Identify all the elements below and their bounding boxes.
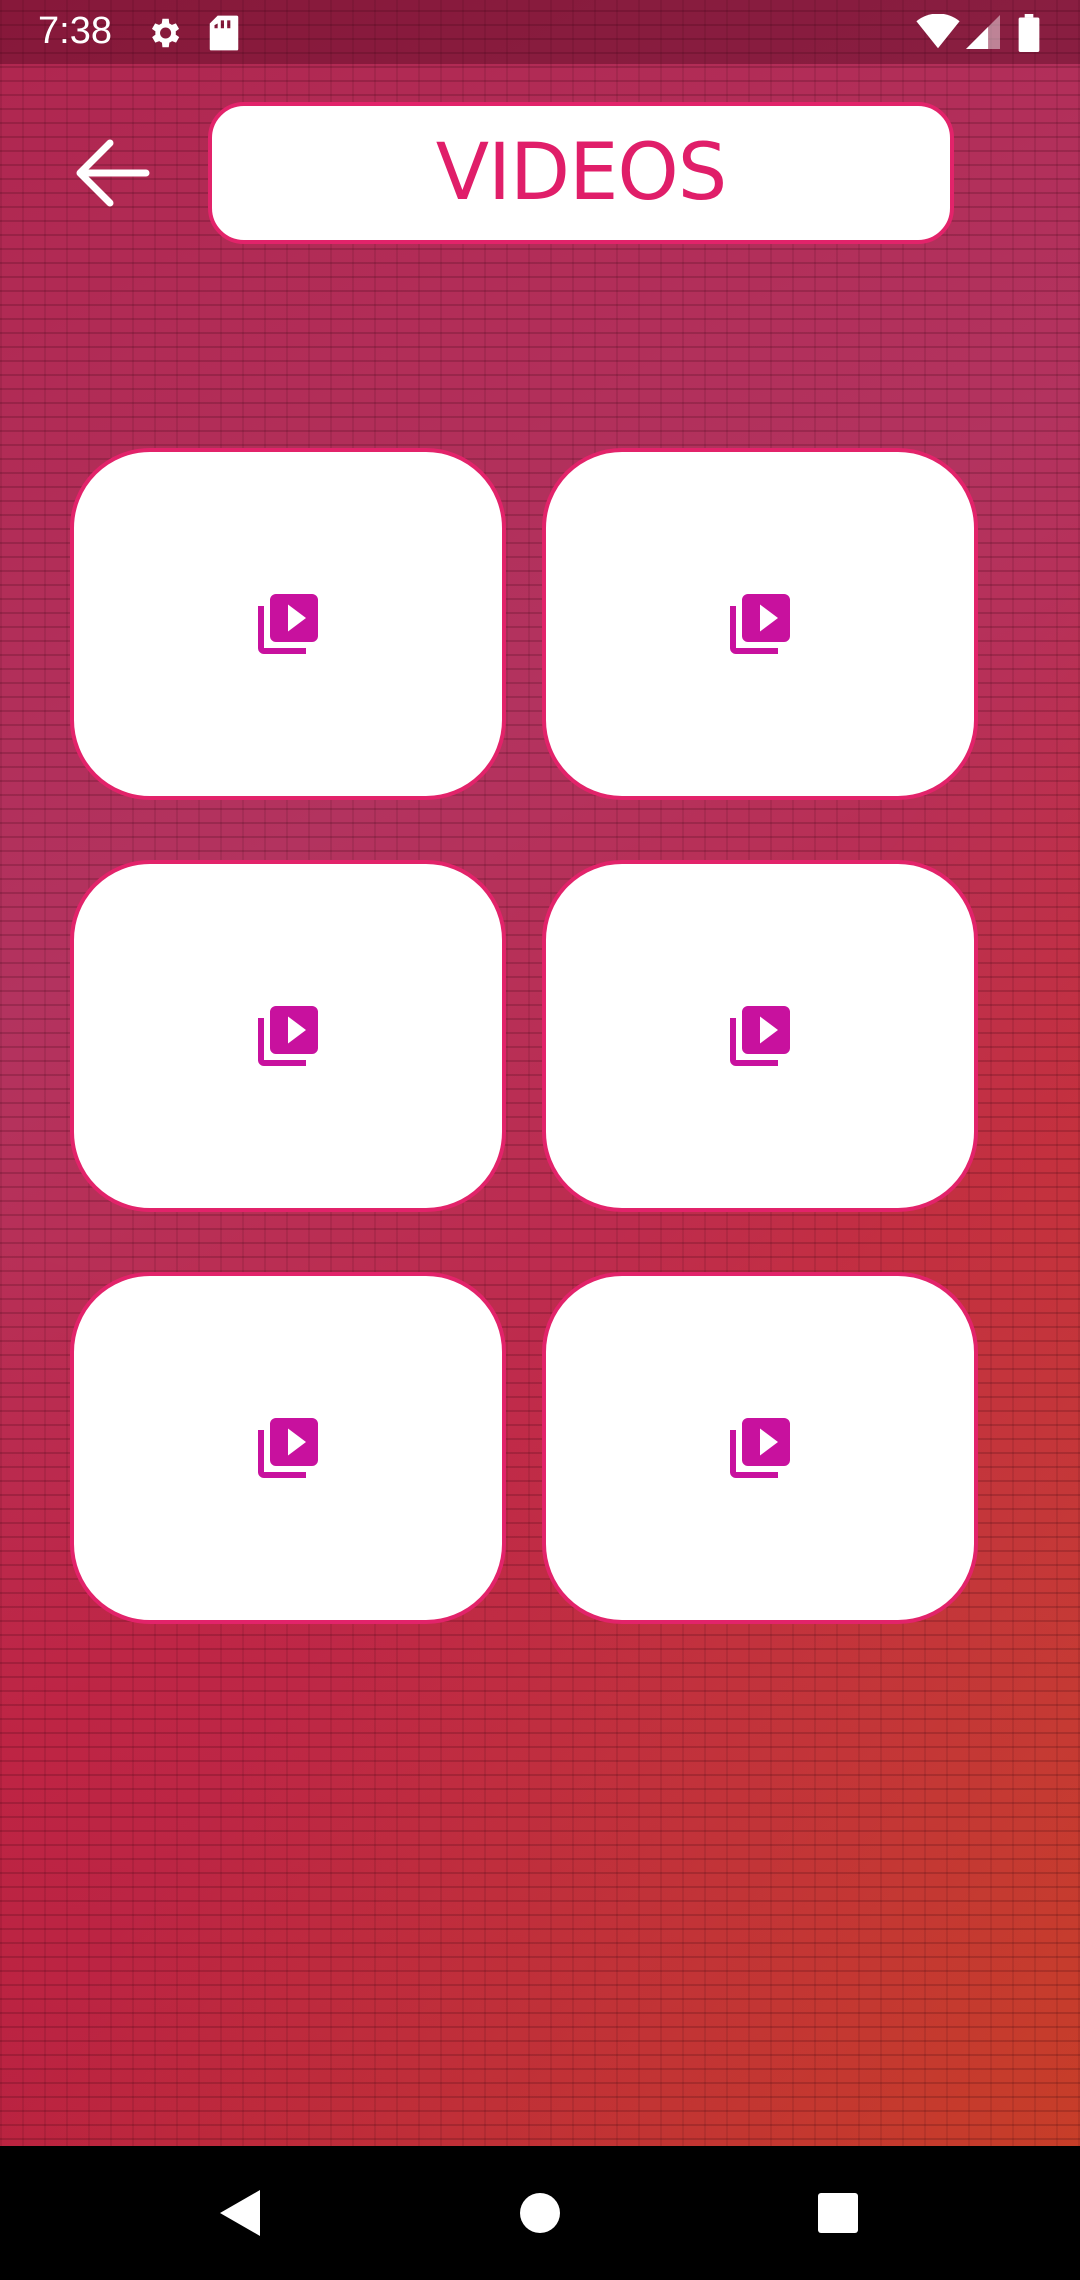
video-library-icon (258, 594, 318, 654)
wifi-icon (916, 13, 960, 55)
home-circle-icon (520, 2193, 560, 2233)
back-triangle-icon (220, 2190, 260, 2236)
signal-icon (966, 14, 1000, 55)
video-tile-3[interactable] (70, 860, 506, 1212)
sd-card-icon (208, 14, 240, 57)
video-library-icon (730, 594, 790, 654)
video-library-icon (730, 1006, 790, 1066)
navigation-bar (0, 2146, 1080, 2280)
status-time: 7:38 (38, 10, 112, 52)
page-title: VIDEOS (435, 128, 728, 218)
nav-recents-button[interactable] (798, 2176, 878, 2250)
back-arrow-icon (76, 139, 150, 207)
videos-screen: 7:38 VIDEOS (0, 0, 1080, 2280)
nav-back-button[interactable] (200, 2176, 280, 2250)
status-bar: 7:38 (0, 0, 1080, 64)
video-library-icon (258, 1006, 318, 1066)
video-library-icon (730, 1418, 790, 1478)
video-tile-2[interactable] (542, 448, 978, 800)
video-tile-5[interactable] (70, 1272, 506, 1624)
back-button[interactable] (70, 135, 160, 215)
video-tile-1[interactable] (70, 448, 506, 800)
title-box: VIDEOS (208, 102, 954, 244)
battery-icon (1018, 14, 1040, 57)
video-library-icon (258, 1418, 318, 1478)
video-tile-4[interactable] (542, 860, 978, 1212)
gear-icon (145, 14, 183, 57)
nav-home-button[interactable] (500, 2176, 580, 2250)
recents-square-icon (818, 2193, 858, 2233)
video-tile-6[interactable] (542, 1272, 978, 1624)
